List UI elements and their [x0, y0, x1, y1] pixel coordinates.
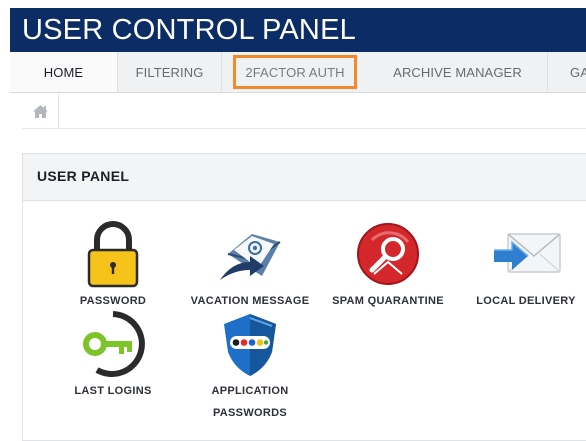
- envelope-arrow-icon: [494, 233, 561, 273]
- home-icon: [32, 104, 48, 118]
- local-delivery-label: LOCAL DELIVERY: [476, 295, 576, 307]
- panel-title: USER PANEL: [37, 168, 130, 184]
- tab-filtering[interactable]: FILTERING: [118, 52, 222, 92]
- title-bar: USER CONTROL PANEL: [10, 8, 586, 52]
- breadcrumb-divider: [22, 128, 586, 129]
- application-passwords-label-line1: APPLICATION: [211, 385, 289, 397]
- padlock-icon: [87, 221, 139, 288]
- application-passwords-label: APPLICATION PASSWORDS: [185, 380, 315, 424]
- app-title: USER CONTROL PANEL: [22, 14, 356, 46]
- spam-quarantine-icon: [357, 223, 419, 285]
- local-delivery-item[interactable]: LOCAL DELIVERY: [461, 218, 586, 312]
- main-tabs: HOME FILTERING 2FACTOR AUTH ARCHIVE MANA…: [10, 52, 586, 93]
- spam-quarantine-item[interactable]: SPAM QUARANTINE: [323, 218, 453, 312]
- application-passwords-label-line2: PASSWORDS: [212, 407, 287, 419]
- email-send-icon: [220, 234, 281, 280]
- last-logins-label: LAST LOGINS: [74, 385, 152, 397]
- breadcrumb-home[interactable]: [22, 94, 59, 128]
- vacation-message-item[interactable]: VACATION MESSAGE: [185, 218, 315, 312]
- tab-home[interactable]: HOME: [10, 52, 118, 92]
- last-logins-item[interactable]: LAST LOGINS: [48, 308, 178, 402]
- tab-archive-manager[interactable]: ARCHIVE MANAGER: [368, 52, 548, 92]
- key-icon: [83, 311, 145, 377]
- tab-2factor-auth[interactable]: 2FACTOR AUTH: [233, 55, 357, 89]
- tab-ga[interactable]: GA: [548, 52, 586, 92]
- panel-header: USER PANEL: [23, 154, 586, 201]
- shield-icon: [224, 314, 276, 376]
- user-panel: USER PANEL PASSWORD VACATION MESSAGE SPA…: [22, 153, 586, 441]
- password-item[interactable]: PASSWORD: [48, 218, 178, 312]
- application-passwords-item[interactable]: APPLICATION PASSWORDS: [185, 308, 315, 424]
- spam-quarantine-label: SPAM QUARANTINE: [332, 295, 444, 307]
